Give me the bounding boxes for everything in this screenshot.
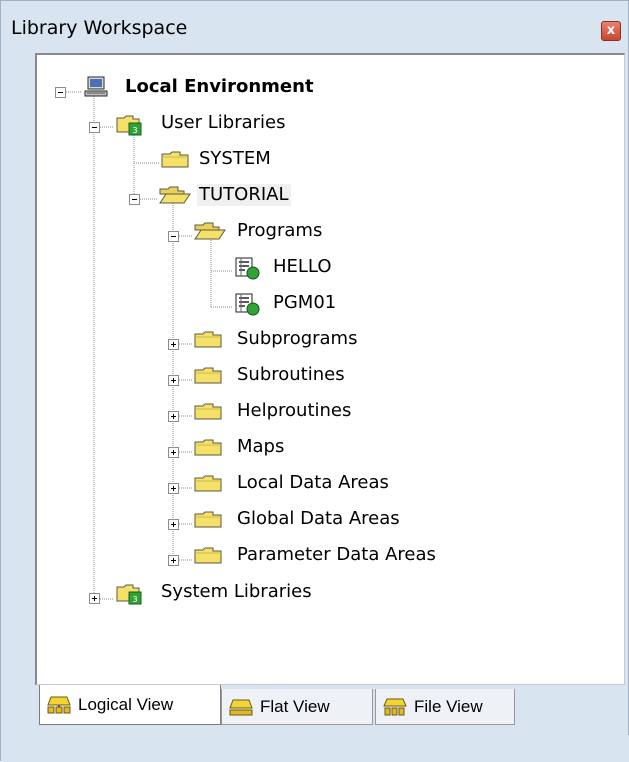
folder-icon — [193, 508, 222, 530]
library-folder-icon: 3 — [115, 581, 142, 605]
collapse-toggle-programs[interactable] — [168, 231, 179, 242]
program-icon — [233, 292, 260, 316]
title-bar[interactable]: Library Workspace x — [7, 7, 622, 51]
expand-toggle-parameter-data-areas[interactable] — [168, 555, 179, 566]
expand-toggle-maps[interactable] — [168, 447, 179, 458]
tab-label: Logical View — [78, 694, 174, 714]
folder-icon — [193, 436, 222, 458]
tree-node-maps[interactable]: Maps — [237, 436, 284, 458]
tab-flat-view[interactable]: Flat View — [221, 689, 373, 725]
program-icon — [233, 256, 260, 280]
open-folder-icon — [158, 184, 191, 206]
close-icon: x — [606, 23, 616, 38]
folder-icon — [193, 400, 222, 422]
tab-label: Flat View — [260, 696, 330, 716]
tree-node-subroutines[interactable]: Subroutines — [237, 364, 345, 386]
tree-node-system-libraries[interactable]: System Libraries — [161, 581, 312, 603]
tab-label: File View — [414, 696, 483, 716]
tab-logical-view[interactable]: Logical View — [39, 685, 221, 725]
tree-node-global-data-areas[interactable]: Global Data Areas — [237, 508, 400, 530]
folder-icon — [193, 472, 222, 494]
expand-toggle-subroutines[interactable] — [168, 375, 179, 386]
tree-node-programs[interactable]: Programs — [237, 220, 322, 242]
expand-toggle-global-data-areas[interactable] — [168, 519, 179, 530]
folder-icon — [193, 364, 222, 386]
tree-node-local-environment[interactable]: Local Environment — [125, 76, 314, 98]
collapse-toggle-user-libraries[interactable] — [89, 122, 100, 133]
tree-node-user-libraries[interactable]: User Libraries — [161, 112, 286, 134]
file-view-icon — [382, 697, 414, 717]
open-folder-icon — [193, 220, 226, 242]
tab-file-view[interactable]: File View — [375, 689, 515, 725]
tree-node-hello[interactable]: HELLO — [273, 256, 332, 278]
tree-node-local-data-areas[interactable]: Local Data Areas — [237, 472, 389, 494]
library-tree[interactable]: Local Environment 3 User Libraries SYSTE… — [35, 53, 625, 685]
tree-node-subprograms[interactable]: Subprograms — [237, 328, 357, 350]
workspace-bottom-edge — [1, 735, 629, 762]
expand-toggle-helproutines[interactable] — [168, 411, 179, 422]
library-workspace-window: Library Workspace x Local Environment 3 … — [0, 0, 629, 762]
expand-toggle-subprograms[interactable] — [168, 339, 179, 350]
folder-icon — [193, 544, 222, 566]
folder-icon — [193, 328, 222, 350]
window-title: Library Workspace — [11, 17, 188, 39]
svg-text:3: 3 — [132, 126, 137, 135]
close-button[interactable]: x — [601, 21, 621, 41]
expand-toggle-system-libraries[interactable] — [89, 593, 100, 604]
collapse-toggle-local-environment[interactable] — [55, 87, 66, 98]
flat-view-icon — [228, 697, 260, 717]
view-tab-strip: Logical View Flat View File View — [35, 685, 625, 735]
tree-node-system[interactable]: SYSTEM — [199, 148, 271, 170]
collapse-toggle-tutorial[interactable] — [129, 194, 140, 205]
library-folder-icon: 3 — [115, 112, 142, 136]
svg-text:3: 3 — [132, 595, 137, 604]
tree-node-parameter-data-areas[interactable]: Parameter Data Areas — [237, 544, 436, 566]
tree-node-helproutines[interactable]: Helproutines — [237, 400, 351, 422]
tree-node-pgm01[interactable]: PGM01 — [273, 292, 336, 314]
expand-toggle-local-data-areas[interactable] — [168, 483, 179, 494]
logical-view-icon — [46, 695, 78, 715]
tree-node-tutorial[interactable]: TUTORIAL — [197, 184, 291, 206]
folder-icon — [160, 148, 189, 170]
computer-icon — [83, 76, 108, 98]
